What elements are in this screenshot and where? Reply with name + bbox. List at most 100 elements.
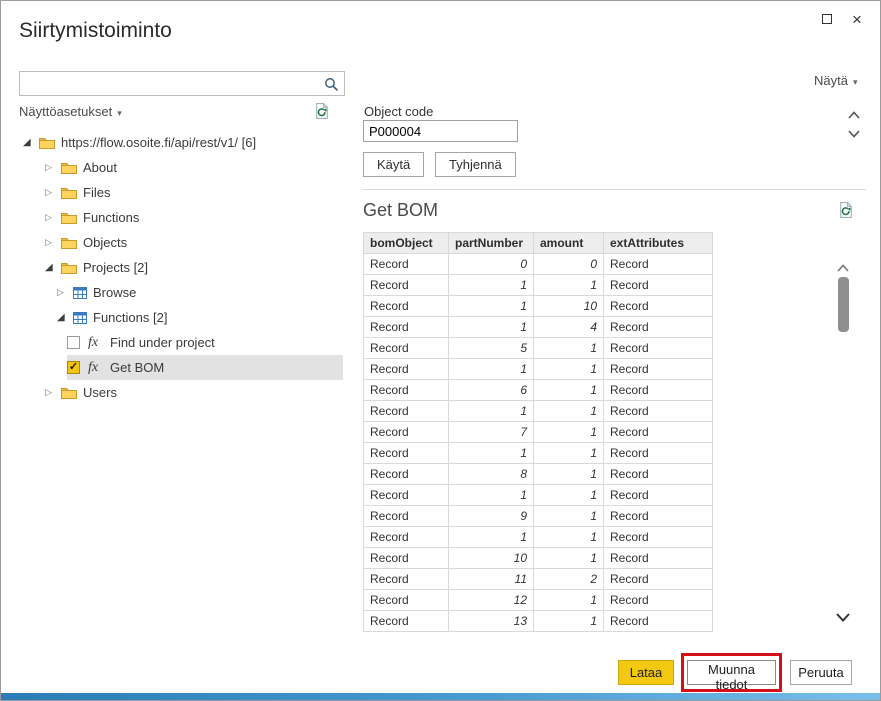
collapse-icon[interactable]: ◢ [23,137,39,148]
expand-icon[interactable]: ▷ [45,212,61,223]
pane-scroll-down-icon[interactable] [848,125,860,143]
cell-record[interactable]: Record [364,422,449,443]
table-row[interactable]: Record91Record [364,506,713,527]
expand-icon[interactable]: ▷ [57,287,73,298]
refresh-icon[interactable] [313,102,331,125]
table-row[interactable]: Record131Record [364,611,713,632]
table-row[interactable]: Record14Record [364,317,713,338]
maximize-button[interactable] [812,7,842,31]
refresh-icon[interactable] [837,201,855,224]
tree-item-files[interactable]: ▷ Files [11,180,343,205]
cell-record[interactable]: Record [364,464,449,485]
tree-item-functions[interactable]: ▷ Functions [11,205,343,230]
column-header[interactable]: extAttributes [604,233,713,254]
tree-item-find-under-project[interactable]: fx Find under project [11,330,343,355]
cell-record[interactable]: Record [604,380,713,401]
scroll-up-icon[interactable] [837,259,849,277]
expand-icon[interactable]: ▷ [45,187,61,198]
object-code-input[interactable] [363,120,518,142]
checkbox-checked[interactable]: ✓ [67,361,80,374]
display-options-menu[interactable]: Näyttöasetukset▾ [19,104,122,119]
expand-icon[interactable]: ▷ [45,162,61,173]
clear-button[interactable]: Tyhjennä [435,152,516,177]
tree-item-projects[interactable]: ◢ Projects [2] [11,255,343,280]
table-row[interactable]: Record121Record [364,590,713,611]
scroll-down-icon[interactable] [836,609,850,627]
preview-scrollbar[interactable] [834,257,852,629]
cell-record[interactable]: Record [364,506,449,527]
cell-record[interactable]: Record [604,611,713,632]
tree-item-about[interactable]: ▷ About [11,155,343,180]
table-row[interactable]: Record11Record [364,485,713,506]
column-header[interactable]: amount [534,233,604,254]
cell-record[interactable]: Record [364,485,449,506]
table-row[interactable]: Record11Record [364,443,713,464]
table-row[interactable]: Record71Record [364,422,713,443]
cell-record[interactable]: Record [604,527,713,548]
cell-record[interactable]: Record [364,569,449,590]
transform-data-button[interactable]: Muunna tiedot [687,660,776,685]
table-row[interactable]: Record11Record [364,359,713,380]
cell-record[interactable]: Record [604,296,713,317]
cancel-button[interactable]: Peruuta [790,660,852,685]
checkbox-unchecked[interactable] [67,336,80,349]
tree-item-browse[interactable]: ▷ Browse [11,280,343,305]
table-row[interactable]: Record112Record [364,569,713,590]
collapse-icon[interactable]: ◢ [57,312,73,323]
cell-record[interactable]: Record [604,401,713,422]
close-button[interactable]: × [842,7,872,31]
cell-record[interactable]: Record [364,254,449,275]
scrollbar-thumb[interactable] [838,277,849,332]
tree-item-users[interactable]: ▷ Users [11,380,343,405]
cell-record[interactable]: Record [604,317,713,338]
cell-record[interactable]: Record [604,254,713,275]
cell-record[interactable]: Record [604,275,713,296]
tree-item-get-bom[interactable]: ✓ fx Get BOM [11,355,343,380]
apply-button[interactable]: Käytä [363,152,424,177]
collapse-icon[interactable]: ◢ [45,262,61,273]
cell-record[interactable]: Record [604,464,713,485]
cell-record[interactable]: Record [364,611,449,632]
tree-item-root-url[interactable]: ◢ https://flow.osoite.fi/api/rest/v1/ [6… [11,130,343,155]
table-row[interactable]: Record110Record [364,296,713,317]
column-header[interactable]: bomObject [364,233,449,254]
tree-item-objects[interactable]: ▷ Objects [11,230,343,255]
pane-scroll-up-icon[interactable] [848,106,860,124]
cell-record[interactable]: Record [604,359,713,380]
cell-record[interactable]: Record [364,443,449,464]
load-button[interactable]: Lataa [618,660,674,685]
cell-record[interactable]: Record [364,380,449,401]
search-input[interactable] [20,72,318,95]
expand-icon[interactable]: ▷ [45,387,61,398]
cell-record[interactable]: Record [604,506,713,527]
cell-record[interactable]: Record [364,401,449,422]
cell-record[interactable]: Record [604,590,713,611]
table-row[interactable]: Record101Record [364,548,713,569]
cell-record[interactable]: Record [604,338,713,359]
cell-record[interactable]: Record [364,317,449,338]
cell-record[interactable]: Record [364,275,449,296]
expand-icon[interactable]: ▷ [45,237,61,248]
cell-record[interactable]: Record [604,485,713,506]
column-header[interactable]: partNumber [449,233,534,254]
table-row[interactable]: Record81Record [364,464,713,485]
cell-record[interactable]: Record [604,569,713,590]
table-row[interactable]: Record11Record [364,275,713,296]
cell-record[interactable]: Record [364,338,449,359]
table-row[interactable]: Record11Record [364,527,713,548]
cell-record[interactable]: Record [364,590,449,611]
cell-record[interactable]: Record [604,422,713,443]
cell-record[interactable]: Record [364,359,449,380]
cell-record[interactable]: Record [364,548,449,569]
cell-record[interactable]: Record [364,296,449,317]
view-menu[interactable]: Näytä▾ [814,73,858,88]
table-row[interactable]: Record51Record [364,338,713,359]
tree-item-functions-2[interactable]: ◢ Functions [2] [11,305,343,330]
cell-record[interactable]: Record [364,527,449,548]
table-row[interactable]: Record11Record [364,401,713,422]
search-icon[interactable] [324,77,339,97]
cell-record[interactable]: Record [604,443,713,464]
cell-record[interactable]: Record [604,548,713,569]
table-row[interactable]: Record61Record [364,380,713,401]
table-row[interactable]: Record00Record [364,254,713,275]
